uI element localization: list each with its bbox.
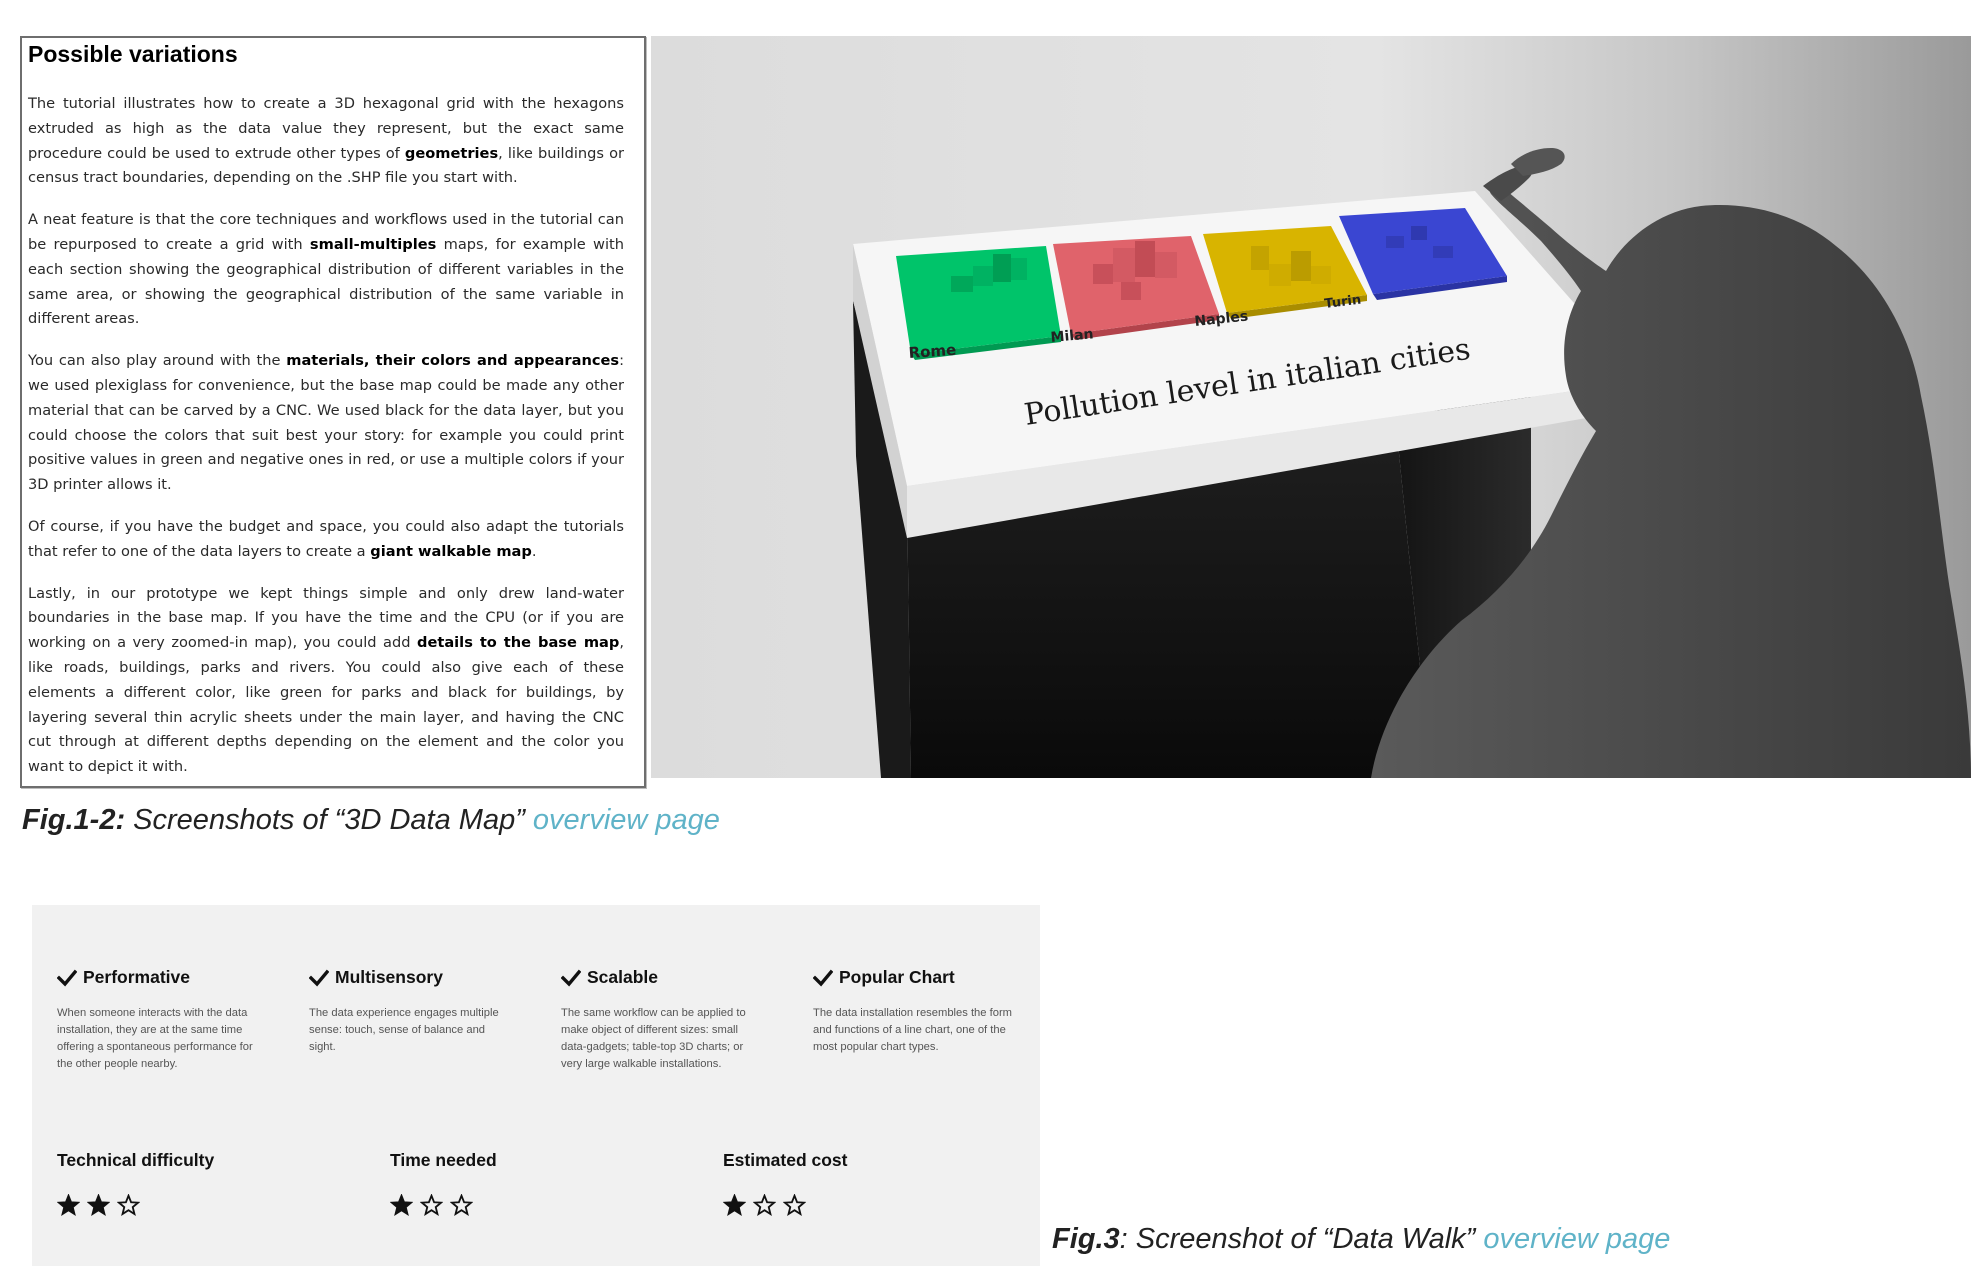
- pollution-map-render: Rome Milan Naples Turin Pollution level …: [651, 36, 1971, 778]
- feature-description: When someone interacts with the data ins…: [57, 1007, 253, 1070]
- check-icon: [57, 969, 77, 987]
- article-body: The tutorial illustrates how to create a…: [28, 92, 624, 780]
- article-paragraph: Of course, if you have the budget and sp…: [28, 515, 624, 565]
- feature-heading: Performative: [57, 967, 262, 988]
- rating-label: Time needed: [390, 1150, 497, 1170]
- article-paragraph: A neat feature is that the core techniqu…: [28, 208, 624, 332]
- feature-description: The data installation resembles the form…: [813, 1007, 1012, 1053]
- rating-technical-difficulty: Technical difficulty: [57, 1150, 214, 1217]
- tile-rome: [896, 246, 1061, 354]
- feature-title: Performative: [83, 967, 190, 987]
- article-title: Possible variations: [28, 41, 238, 67]
- bold-phrase: geometries: [404, 144, 499, 162]
- feature-description: The data experience engages multiple sen…: [309, 1007, 499, 1053]
- text-run: , like roads, buildings, parks and river…: [28, 634, 624, 776]
- check-icon: [309, 969, 329, 987]
- feature-popular-chart: Popular Chart The data installation rese…: [813, 967, 1018, 1056]
- render-illustration: Rome Milan Naples Turin Pollution level …: [853, 148, 1971, 778]
- feature-title: Popular Chart: [839, 967, 955, 987]
- check-icon: [561, 969, 581, 987]
- bold-phrase: materials, their colors and appearances: [286, 352, 620, 370]
- text-run: : we used plexiglass for convenience, bu…: [28, 352, 624, 494]
- star-filled-icon: [57, 1194, 80, 1217]
- bold-phrase: giant walkable map: [370, 542, 532, 560]
- star-rating: [57, 1194, 214, 1217]
- overview-page-link[interactable]: overview page: [533, 804, 720, 836]
- overview-page-link[interactable]: overview page: [1483, 1223, 1670, 1255]
- star-filled-icon: [723, 1194, 746, 1217]
- feature-description: The same workflow can be applied to make…: [561, 1007, 746, 1070]
- text-run: .: [531, 542, 537, 560]
- feature-title: Scalable: [587, 967, 659, 987]
- star-filled-icon: [390, 1194, 413, 1217]
- bold-phrase: small-multiples: [309, 235, 437, 253]
- caption-text: : Screenshot of “Data Walk”: [1119, 1223, 1484, 1255]
- check-icon: [813, 969, 833, 987]
- star-outline-icon: [420, 1194, 443, 1217]
- feature-multisensory: Multisensory The data experience engages…: [309, 967, 514, 1056]
- feature-heading: Popular Chart: [813, 967, 1018, 988]
- feature-heading: Scalable: [561, 967, 766, 988]
- figure-caption-3: Fig.3: Screenshot of “Data Walk” overvie…: [1052, 1223, 1670, 1256]
- rating-label: Estimated cost: [723, 1150, 848, 1170]
- caption-text: Screenshots of “3D Data Map”: [125, 804, 533, 836]
- article-panel: Possible variations The tutorial illustr…: [20, 36, 646, 788]
- caption-label: Fig.3: [1052, 1223, 1120, 1255]
- feature-title: Multisensory: [335, 967, 443, 987]
- star-filled-icon: [87, 1194, 110, 1217]
- caption-label: Fig.1-2:: [22, 804, 126, 836]
- rating-time-needed: Time needed: [390, 1150, 497, 1217]
- text-run: You can also play around with the: [28, 352, 287, 370]
- article-paragraph: Lastly, in our prototype we kept things …: [28, 582, 624, 780]
- star-outline-icon: [783, 1194, 806, 1217]
- article-paragraph: The tutorial illustrates how to create a…: [28, 92, 624, 191]
- star-outline-icon: [753, 1194, 776, 1217]
- figure-hand: [1511, 148, 1565, 176]
- render-city-rome: Rome: [908, 341, 957, 362]
- data-walk-overview-panel: Performative When someone interacts with…: [32, 905, 1040, 1266]
- star-rating: [390, 1194, 497, 1217]
- feature-performative: Performative When someone interacts with…: [57, 967, 262, 1073]
- bold-phrase: details to the base map: [417, 634, 620, 652]
- rating-label: Technical difficulty: [57, 1150, 215, 1170]
- article-paragraph: You can also play around with the materi…: [28, 349, 624, 498]
- star-outline-icon: [450, 1194, 473, 1217]
- star-outline-icon: [117, 1194, 140, 1217]
- rating-estimated-cost: Estimated cost: [723, 1150, 847, 1217]
- feature-heading: Multisensory: [309, 967, 514, 988]
- star-rating: [723, 1194, 847, 1217]
- figure-caption-1-2: Fig.1-2: Screenshots of “3D Data Map” ov…: [22, 804, 720, 837]
- feature-scalable: Scalable The same workflow can be applie…: [561, 967, 766, 1073]
